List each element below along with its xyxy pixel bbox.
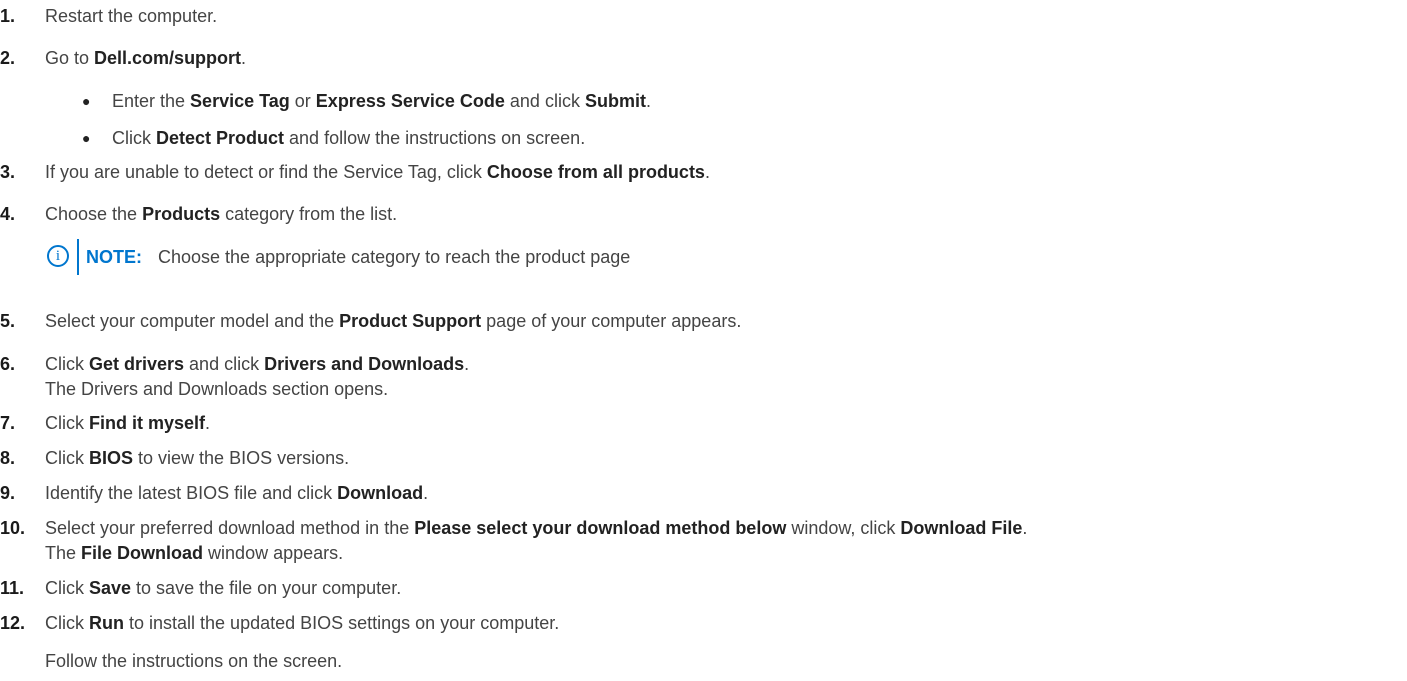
step-text: Click BIOS to view the BIOS versions.: [45, 448, 350, 468]
bold-term: Download File: [900, 518, 1023, 538]
bold-term: Products: [142, 204, 221, 224]
step-text: Select your computer model and the Produ…: [45, 311, 742, 331]
step-number: 12.: [0, 613, 26, 633]
bold-term: Drivers and Downloads: [264, 354, 465, 374]
bold-term: Choose from all products: [486, 162, 705, 182]
bold-term: Find it myself: [89, 413, 206, 433]
step-text: Go to Dell.com/support.: [45, 48, 247, 68]
bold-term: Save: [89, 578, 132, 598]
note-label: NOTE:: [86, 247, 142, 267]
bold-term: Run: [89, 613, 124, 633]
step-text: Click Save to save the file on your comp…: [45, 578, 402, 598]
step-number: 6.: [0, 354, 16, 374]
bullet-text: Click Detect Product and follow the inst…: [112, 128, 586, 148]
bold-term: Detect Product: [156, 128, 285, 148]
note-callout: i NOTE: Choose the appropriate category …: [45, 239, 865, 277]
step-text: Click Get drivers and click Drivers and …: [45, 354, 470, 374]
step-number: 11.: [0, 578, 25, 598]
step-number: 2.: [0, 48, 16, 68]
step-text: Select your preferred download method in…: [45, 518, 1028, 538]
bullet-dot: ●: [82, 130, 91, 146]
step-number: 1.: [0, 6, 16, 26]
step-number: 4.: [0, 204, 16, 224]
step-number: 5.: [0, 311, 16, 331]
bold-term: Download: [337, 483, 424, 503]
step-result-text: Follow the instructions on the screen.: [45, 651, 343, 671]
step-number: 9.: [0, 483, 16, 503]
step-text: If you are unable to detect or find the …: [45, 162, 710, 182]
step-text: Restart the computer.: [45, 6, 218, 26]
bullet-dot: ●: [82, 93, 91, 109]
bold-term: Submit: [584, 91, 646, 111]
step-number: 7.: [0, 413, 16, 433]
bios-download-instructions: 1. Restart the computer. 2. Go to Dell.c…: [0, 0, 1407, 681]
bullet-text: Enter the Service Tag or Express Service…: [112, 91, 651, 111]
note-divider: [77, 239, 79, 275]
step-text: Click Find it myself.: [45, 413, 211, 433]
bold-term: Product Support: [339, 311, 482, 331]
step-text: Click Run to install the updated BIOS se…: [45, 613, 560, 633]
step-number: 10.: [0, 518, 26, 538]
step-text: Identify the latest BIOS file and click …: [45, 483, 429, 503]
step-result-text: The File Download window appears.: [45, 543, 344, 563]
step-text: Choose the Products category from the li…: [45, 204, 398, 224]
bold-term: Dell.com/support: [94, 48, 242, 68]
bold-term: Express Service Code: [315, 91, 505, 111]
info-icon: i: [47, 245, 69, 267]
bold-term: Please select your download method below: [414, 518, 787, 538]
bold-term: Get drivers: [89, 354, 185, 374]
bold-term: File Download: [81, 543, 204, 563]
step-number: 8.: [0, 448, 16, 468]
bold-term: Service Tag: [190, 91, 290, 111]
note-text: Choose the appropriate category to reach…: [158, 247, 631, 267]
step-result-text: The Drivers and Downloads section opens.: [45, 379, 389, 399]
bold-term: BIOS: [89, 448, 134, 468]
step-number: 3.: [0, 162, 16, 182]
